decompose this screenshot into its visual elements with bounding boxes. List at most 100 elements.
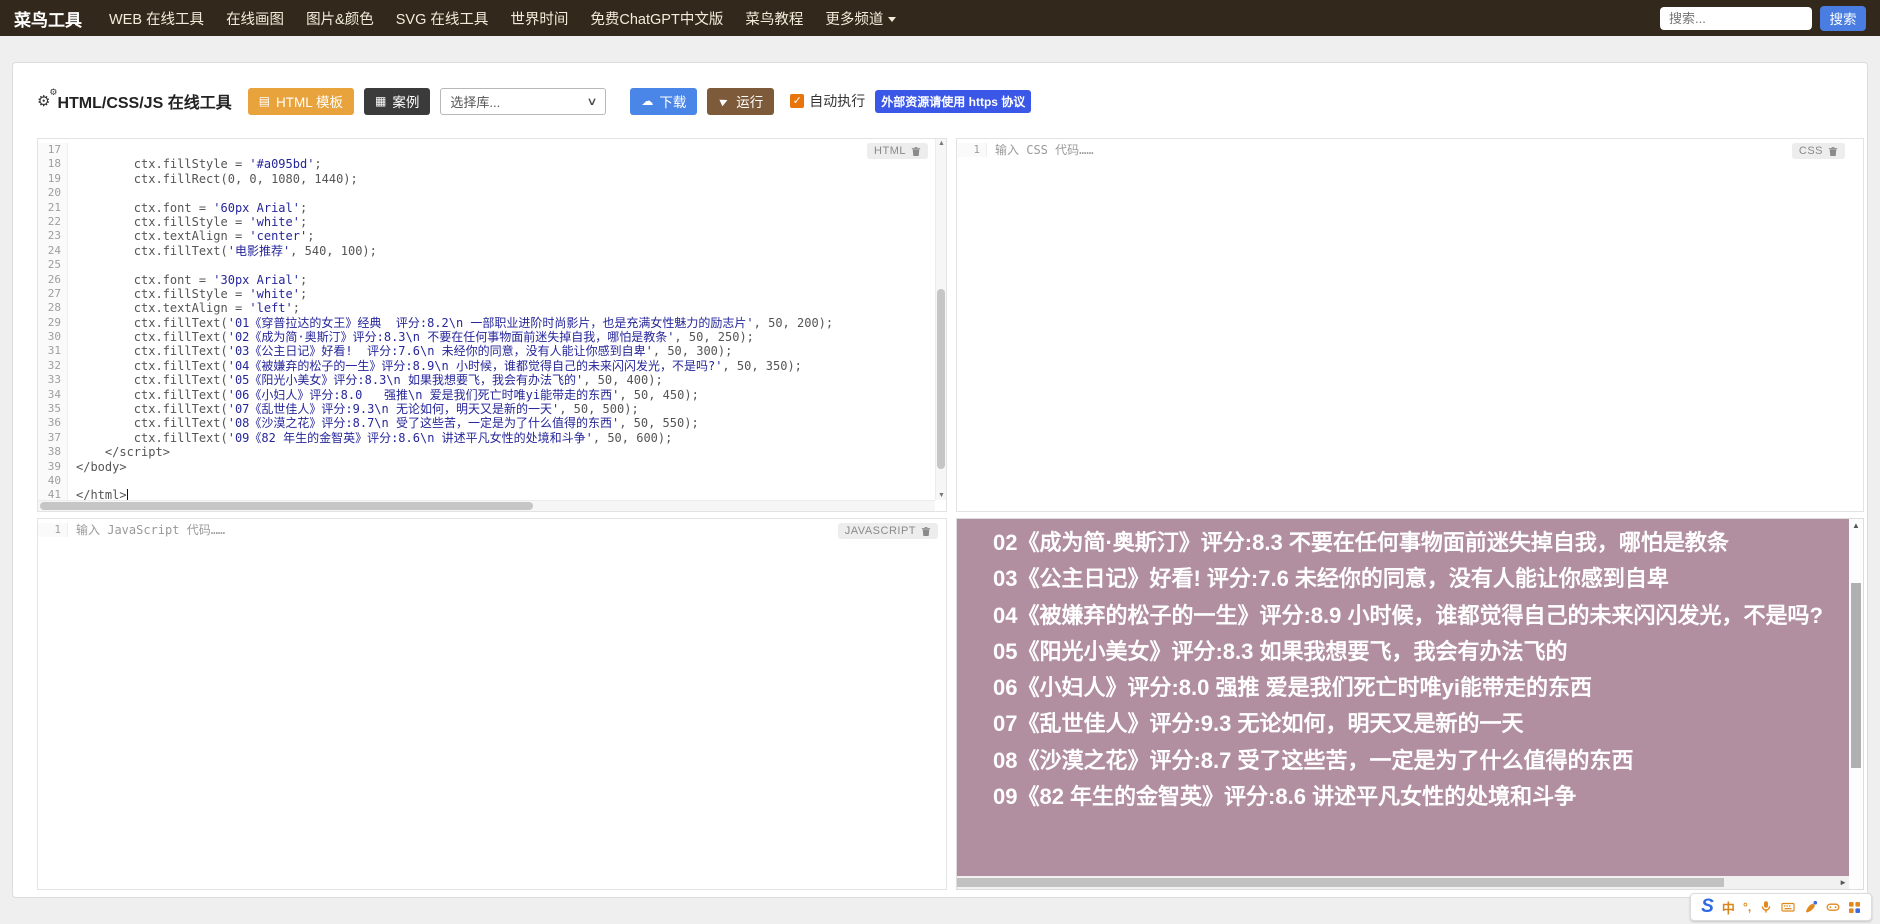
code-text: ctx.fillStyle = 'white';: [76, 214, 308, 229]
code-line[interactable]: 30 ctx.fillText('02《成为简·奥斯汀》评分:8.3\n 不要在…: [38, 330, 946, 345]
sogou-logo[interactable]: S: [1701, 896, 1714, 918]
trash-icon[interactable]: [1828, 146, 1838, 157]
code-line[interactable]: 28 ctx.textAlign = 'left';: [38, 301, 946, 316]
html-code-lines[interactable]: 17 18 ctx.fillStyle = '#a095bd'; 19 ctx.fi…: [38, 139, 946, 503]
code-text: ctx.font = '60px Arial';: [76, 200, 308, 215]
preview-text-line: 08《沙漠之花》评分:8.7 受了这些苦，一定是为了什么值得的东西: [993, 747, 1634, 773]
code-line[interactable]: 21 ctx.font = '60px Arial';: [38, 200, 946, 215]
line-number: 1: [38, 523, 68, 538]
code-line[interactable]: 33 ctx.fillText('05《阳光小美女》评分:8.3\n 如果我想要…: [38, 373, 946, 388]
line-number: 34: [38, 387, 68, 403]
scroll-up-arrow-icon[interactable]: ▲: [1849, 521, 1863, 530]
line-number: 32: [38, 358, 68, 374]
html-editor-hscrollbar[interactable]: [38, 500, 935, 511]
code-line[interactable]: 20: [38, 186, 946, 201]
gamepad-icon[interactable]: [1826, 900, 1840, 914]
grid-icon[interactable]: [1848, 901, 1861, 914]
code-line[interactable]: 25: [38, 258, 946, 273]
line-number: 40: [38, 473, 68, 489]
css-panel-tag: CSS: [1791, 143, 1845, 159]
nav-item[interactable]: WEB 在线工具: [109, 8, 204, 29]
nav-item[interactable]: 世界时间: [510, 8, 568, 29]
line-number: 38: [38, 445, 68, 460]
preview-vscrollbar[interactable]: ▲: [1849, 519, 1863, 876]
vscroll-thumb[interactable]: [1851, 583, 1861, 768]
code-line[interactable]: 37 ctx.fillText('09《82 年生的金智英》评分:8.6\n 讲…: [38, 430, 946, 446]
chinese-mode-icon[interactable]: 中: [1722, 898, 1735, 917]
line-number: 18: [38, 157, 68, 172]
scroll-right-arrow-icon[interactable]: ►: [1839, 878, 1847, 887]
code-text: ctx.fillText('04《被嫌弃的松子的一生》评分:8.9\n 小时候，…: [76, 358, 802, 373]
code-text: ctx.fillText('01《穿普拉达的女王》经典 评分:8.2\n 一部职…: [76, 315, 834, 330]
search-input[interactable]: [1660, 6, 1812, 30]
cloud-download-icon: ☁: [641, 94, 654, 108]
line-number: 21: [38, 200, 68, 215]
nav-item[interactable]: 菜鸟教程: [745, 8, 803, 29]
code-line[interactable]: 40: [38, 473, 946, 489]
download-button[interactable]: ☁ 下载: [630, 87, 698, 115]
line-number: 23: [38, 229, 68, 244]
search-button[interactable]: 搜索: [1820, 5, 1866, 31]
html-editor-panel[interactable]: HTML 17 18 ctx.fillStyle = '#a095bd'; 19 c…: [37, 138, 947, 512]
scroll-up-arrow-icon[interactable]: ▲: [936, 140, 946, 147]
nav-item[interactable]: 更多频道: [825, 8, 897, 29]
code-line[interactable]: 39 </body>: [38, 459, 946, 474]
line-number: 1: [957, 143, 987, 158]
code-line[interactable]: 38 </script>: [38, 445, 946, 460]
chevron-down-icon: [888, 17, 897, 23]
code-line[interactable]: 32 ctx.fillText('04《被嫌弃的松子的一生》评分:8.9\n 小…: [38, 358, 946, 374]
js-editor-panel[interactable]: JAVASCRIPT 1 输入 JavaScript 代码……: [37, 518, 947, 890]
code-line[interactable]: 27 ctx.fillStyle = 'white';: [38, 286, 946, 302]
code-line[interactable]: 22 ctx.fillStyle = 'white';: [38, 214, 946, 230]
gear-icon: ⚙ ⚙: [37, 87, 58, 110]
hscroll-thumb[interactable]: [957, 878, 1725, 887]
code-line[interactable]: 31 ctx.fillText('03《公主日记》好看! 评分:7.6\n 未经…: [38, 344, 946, 359]
css-editor-placeholder[interactable]: 输入 CSS 代码……: [987, 143, 1094, 157]
trash-icon[interactable]: [921, 526, 931, 537]
code-line[interactable]: 26 ctx.font = '30px Arial';: [38, 272, 946, 287]
autorun-label: 自动执行: [809, 93, 866, 109]
nav-item[interactable]: 免费ChatGPT中文版: [590, 8, 723, 29]
code-line[interactable]: 19 ctx.fillRect(0, 0, 1080, 1440);: [38, 171, 946, 187]
scroll-down-arrow-icon[interactable]: ▼: [936, 492, 946, 499]
punctuation-icon[interactable]: °,: [1743, 900, 1751, 914]
vscroll-thumb[interactable]: [937, 289, 945, 469]
skin-icon[interactable]: [1804, 900, 1818, 914]
nav-item[interactable]: SVG 在线工具: [396, 8, 489, 29]
code-line[interactable]: 18 ctx.fillStyle = '#a095bd';: [38, 157, 946, 172]
line-number: 25: [38, 258, 68, 273]
code-text: ctx.fillStyle = 'white';: [76, 286, 308, 301]
microphone-icon[interactable]: [1759, 900, 1773, 914]
line-number: 19: [38, 171, 68, 187]
code-line[interactable]: 29 ctx.fillText('01《穿普拉达的女王》经典 评分:8.2\n …: [38, 315, 946, 331]
html-template-button[interactable]: ▤ HTML 模板: [247, 87, 355, 115]
css-editor-panel[interactable]: CSS 1 输入 CSS 代码……: [956, 138, 1864, 512]
keyboard-icon[interactable]: [1781, 900, 1796, 914]
site-logo[interactable]: 菜鸟工具: [14, 6, 82, 31]
code-line[interactable]: 35 ctx.fillText('07《乱世佳人》评分:9.3\n 无论如何，明…: [38, 402, 946, 417]
code-line[interactable]: 17: [38, 143, 946, 158]
nav-item[interactable]: 在线画图: [226, 8, 284, 29]
trash-icon[interactable]: [911, 146, 921, 157]
code-text: ctx.fillText('03《公主日记》好看! 评分:7.6\n 未经你的同…: [76, 344, 733, 359]
hscroll-thumb[interactable]: [40, 502, 534, 510]
js-editor-placeholder[interactable]: 输入 JavaScript 代码……: [68, 523, 225, 537]
autorun-checkbox[interactable]: ✓: [790, 94, 805, 108]
example-button[interactable]: ▦ 案例: [364, 87, 431, 115]
html-editor-vscrollbar[interactable]: ▲ ▼: [935, 139, 946, 500]
run-button[interactable]: ► 运行: [707, 87, 775, 115]
line-number: 27: [38, 286, 68, 302]
list-icon: ▦: [375, 94, 387, 108]
preview-text-line: 03《公主日记》好看! 评分:7.6 未经你的同意，没有人能让你感到自卑: [993, 566, 1669, 592]
code-text: ctx.fillStyle = '#a095bd';: [76, 157, 322, 172]
preview-hscrollbar[interactable]: ►: [957, 876, 1849, 889]
preview-canvas: 02《成为简·奥斯汀》评分:8.3 不要在任何事物面前迷失掉自我，哪怕是教条 03…: [957, 519, 1849, 876]
library-select[interactable]: 选择库... ∨: [440, 87, 607, 115]
code-line[interactable]: 23 ctx.textAlign = 'center';: [38, 229, 946, 244]
code-line[interactable]: 24 ctx.fillText('电影推荐', 540, 100);: [38, 243, 946, 259]
code-line[interactable]: 34 ctx.fillText('06《小妇人》评分:8.0 强推\n 爱是我们…: [38, 387, 946, 403]
code-line[interactable]: 36 ctx.fillText('08《沙漠之花》评分:8.7\n 受了这些苦，…: [38, 416, 946, 431]
nav-item[interactable]: 图片&颜色: [306, 8, 374, 29]
